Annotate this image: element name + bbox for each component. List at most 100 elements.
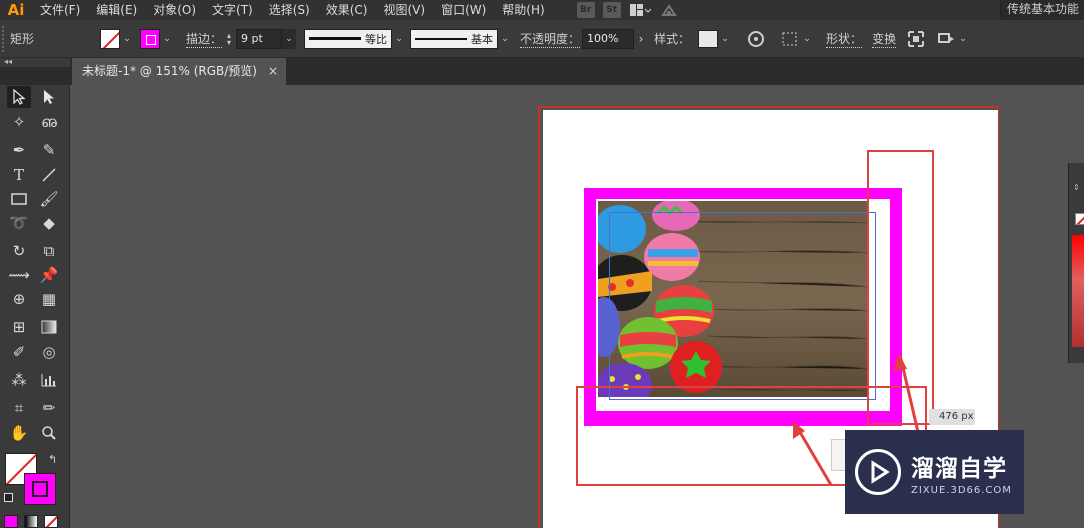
style-label: 样式： <box>654 32 691 46</box>
magic-wand-tool-icon[interactable]: ✧ <box>7 111 31 133</box>
stroke-label[interactable]: 描边： <box>186 30 223 48</box>
watermark-url: ZIXUE.3D66.COM <box>911 484 1012 496</box>
perspective-grid-tool-icon[interactable]: ▦ <box>37 288 61 310</box>
profile-line <box>309 37 362 40</box>
none-color-swatch[interactable] <box>1075 213 1084 225</box>
isolate-icon[interactable] <box>906 29 926 49</box>
eraser-tool-icon[interactable]: ◆ <box>37 212 61 234</box>
align-selection-icon[interactable] <box>780 29 800 49</box>
chevron-right-icon[interactable]: › <box>634 32 648 46</box>
grip-handle[interactable] <box>2 25 10 52</box>
workspace-switcher[interactable]: 传统基本功能 <box>1000 0 1084 20</box>
stroke-swatch[interactable] <box>140 28 160 49</box>
brush-definition[interactable]: 基本 <box>410 28 499 49</box>
panel-menu-icon[interactable] <box>936 29 956 49</box>
shaper-tool-icon[interactable]: ➰ <box>7 212 31 234</box>
stroke-indicator[interactable] <box>24 473 56 505</box>
menu-help[interactable]: 帮助(H) <box>494 0 552 20</box>
variable-width-profile[interactable]: 等比 <box>304 28 393 49</box>
chevron-down-icon[interactable]: ⌄ <box>282 28 297 49</box>
shape-builder-tool-icon[interactable]: ⊕ <box>7 288 31 310</box>
type-tool-icon[interactable]: T <box>7 164 31 186</box>
swap-fill-stroke-icon[interactable]: ↰ <box>48 453 57 466</box>
document-tab-bar: ◂◂ 未标题-1* @ 151% (RGB/预览) × <box>0 58 1084 85</box>
pen-tool-icon[interactable]: ✒ <box>7 139 31 161</box>
mesh-tool-icon[interactable]: ⊞ <box>7 316 31 338</box>
tools-panel: ✧ ഌ ✒ ✎ T 🖌 ➰ ◆ ↻ ⧉ ⟿ 📌 ⊕ ▦ ⊞ ✐ ◎ ⁂ ⌗ ✏ … <box>0 85 70 528</box>
stroke-weight-field[interactable]: 9 pt <box>236 28 283 49</box>
puppet-warp-tool-icon[interactable]: 📌 <box>37 264 61 286</box>
lasso-tool-icon[interactable]: ഌ <box>37 111 61 133</box>
object-type-label: 矩形 <box>10 32 35 46</box>
default-colors-icon[interactable] <box>4 493 13 502</box>
app-logo: Ai <box>7 1 25 19</box>
menu-edit[interactable]: 编辑(E) <box>88 0 145 20</box>
scale-tool-icon[interactable]: ⧉ <box>37 240 61 262</box>
menu-bar: Ai 文件(F) 编辑(E) 对象(O) 文字(T) 选择(S) 效果(C) 视… <box>0 0 1084 20</box>
none-mode-slash <box>45 516 57 527</box>
stock-button[interactable]: St <box>602 2 621 18</box>
chevron-down-icon[interactable]: ⌄ <box>392 34 406 44</box>
opacity-label[interactable]: 不透明度： <box>520 30 581 48</box>
chevron-down-icon[interactable]: ⌄ <box>498 34 512 44</box>
chevron-down-icon[interactable]: ⌄ <box>120 34 134 44</box>
line-segment-tool-icon[interactable] <box>37 164 61 186</box>
gradient-tool-icon[interactable] <box>37 316 61 338</box>
chevron-down-icon[interactable]: ⌄ <box>956 34 970 44</box>
width-tool-icon[interactable]: ⟿ <box>7 264 31 286</box>
none-swatch-slash <box>1076 214 1084 224</box>
shape-label[interactable]: 形状： <box>826 30 863 48</box>
gradient-mode-icon[interactable] <box>24 515 38 528</box>
fill-swatch[interactable] <box>100 28 120 49</box>
menu-select[interactable]: 选择(S) <box>261 0 318 20</box>
curvature-tool-icon[interactable]: ✎ <box>37 139 61 161</box>
graphic-style-swatch[interactable] <box>698 29 719 48</box>
column-graph-tool-icon[interactable] <box>37 369 61 391</box>
watermark-title: 溜溜自学 <box>911 455 1007 482</box>
document-tab-title: 未标题-1* @ 151% (RGB/预览) <box>82 64 257 78</box>
menu-window[interactable]: 窗口(W) <box>433 0 494 20</box>
stroke-inner <box>32 481 48 497</box>
paintbrush-tool-icon[interactable]: 🖌 <box>37 188 61 210</box>
direct-selection-tool-icon[interactable] <box>37 86 61 108</box>
menu-object[interactable]: 对象(O) <box>145 0 204 20</box>
arrange-documents-icon[interactable] <box>629 2 651 18</box>
recolor-artwork-icon[interactable] <box>746 29 766 49</box>
stepper-icon[interactable]: ⇕ <box>1073 183 1080 192</box>
play-icon <box>855 449 901 495</box>
color-mode-icon[interactable] <box>4 515 18 528</box>
blend-tool-icon[interactable]: ◎ <box>37 341 61 363</box>
artboard-tool-icon[interactable]: ⌗ <box>7 397 31 419</box>
hand-tool-icon[interactable]: ✋ <box>7 422 31 444</box>
color-panel-collapsed[interactable]: ⇕ <box>1068 163 1084 363</box>
bridge-button[interactable]: Br <box>576 2 595 18</box>
none-mode-icon[interactable] <box>44 515 58 528</box>
selection-tool-icon[interactable] <box>7 86 31 108</box>
symbol-sprayer-tool-icon[interactable]: ⁂ <box>7 369 31 391</box>
menu-type[interactable]: 文字(T) <box>204 0 261 20</box>
collapse-panels-button[interactable]: ◂◂ <box>0 58 70 67</box>
slice-tool-icon[interactable]: ✏ <box>37 397 61 419</box>
stepper-icon[interactable]: ▴ ▾ <box>222 31 236 46</box>
brush-line <box>415 37 468 40</box>
brush-label: 基本 <box>471 32 494 46</box>
color-spectrum[interactable] <box>1072 235 1084 347</box>
chevron-down-icon[interactable]: ⌄ <box>160 34 174 44</box>
watermark-badge: 溜溜自学 ZIXUE.3D66.COM <box>845 430 1024 514</box>
gpu-performance-icon[interactable] <box>659 2 679 18</box>
eyedropper-tool-icon[interactable]: ✐ <box>7 341 31 363</box>
control-bar: 矩形 ⌄ ⌄ 描边： ▴ ▾ 9 pt ⌄ 等比 ⌄ 基本 ⌄ 不透明度： 100… <box>0 20 1084 58</box>
chevron-down-icon[interactable]: ⌄ <box>800 34 814 44</box>
opacity-field[interactable]: 100% <box>582 28 635 49</box>
rectangle-tool-icon[interactable] <box>7 188 31 210</box>
menu-view[interactable]: 视图(V) <box>375 0 433 20</box>
zoom-tool-icon[interactable] <box>37 422 61 444</box>
menu-effect[interactable]: 效果(C) <box>318 0 376 20</box>
document-tab[interactable]: 未标题-1* @ 151% (RGB/预览) <box>72 58 286 85</box>
rotate-tool-icon[interactable]: ↻ <box>7 240 31 262</box>
close-icon[interactable]: × <box>268 58 278 85</box>
transform-label[interactable]: 变换 <box>872 30 897 48</box>
profile-label: 等比 <box>365 32 388 46</box>
menu-file[interactable]: 文件(F) <box>32 0 88 20</box>
chevron-down-icon[interactable]: ⌄ <box>718 34 732 44</box>
